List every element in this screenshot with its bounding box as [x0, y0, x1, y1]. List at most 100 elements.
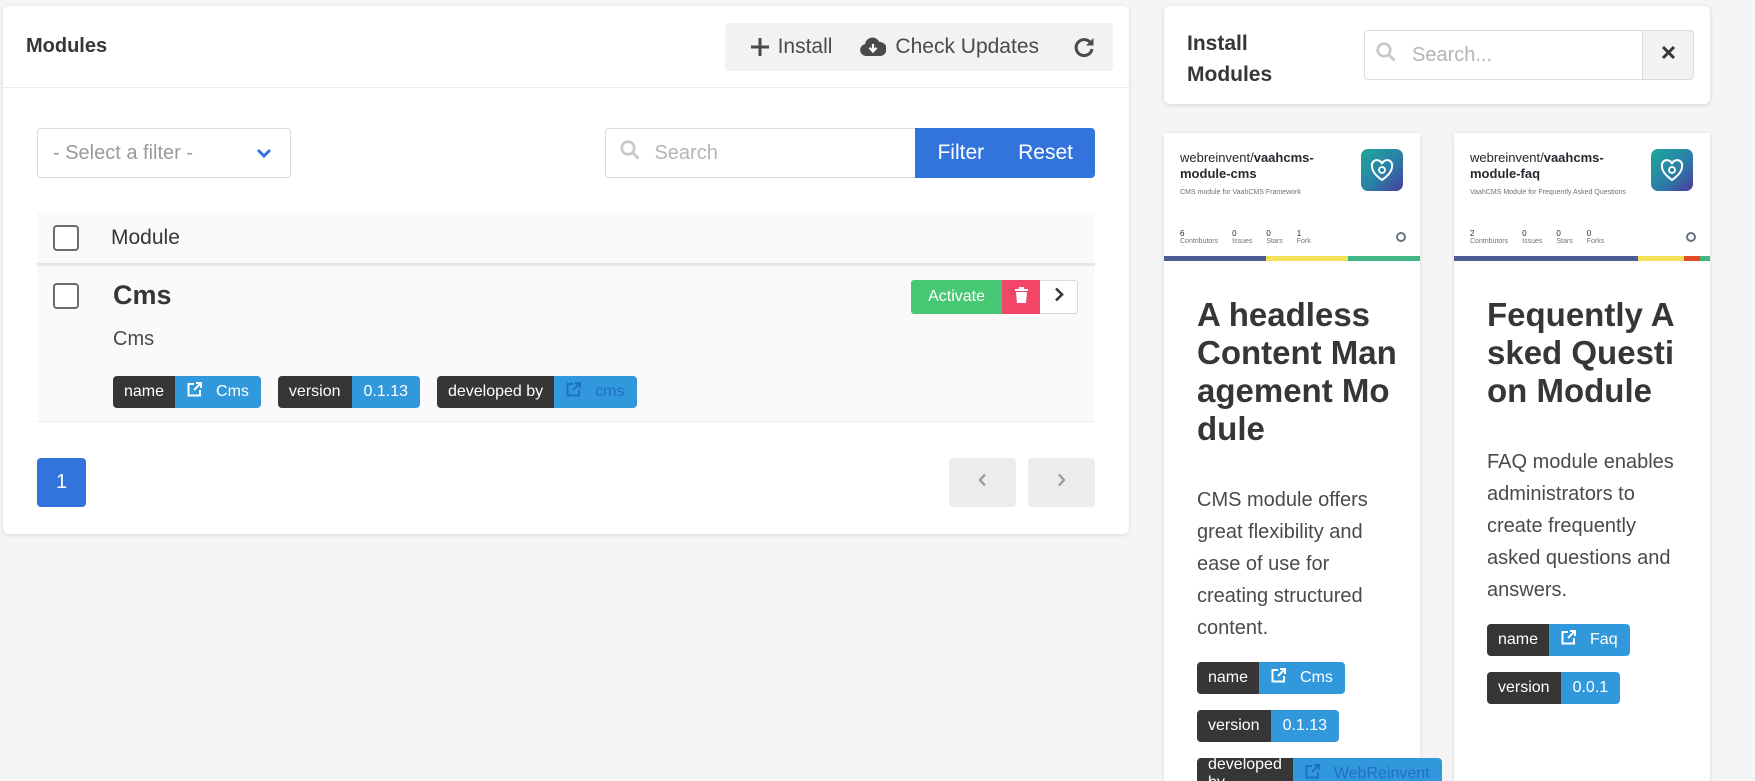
tag-name[interactable]: name Cms	[1197, 662, 1345, 694]
stat-value: 0	[1232, 229, 1237, 238]
modules-toolbar: Install Check Updates	[724, 22, 1113, 71]
tag-name[interactable]: name Faq	[1487, 624, 1630, 656]
search-group: Search Filter Reset	[605, 128, 1095, 178]
module-card-tags: name Faq version 0.0.1	[1487, 624, 1690, 704]
pagination: 1	[37, 458, 1095, 507]
language-bar	[1164, 256, 1420, 261]
module-card-body: Fequently Asked Question Module FAQ modu…	[1487, 296, 1690, 704]
tag-key: developed by	[1197, 758, 1293, 781]
tag-key: version	[277, 376, 352, 408]
repo-stat: 0 Issues	[1522, 229, 1542, 245]
previous-page-button[interactable]	[949, 458, 1016, 507]
repo-owner: webreinvent/	[1470, 150, 1544, 165]
row-checkbox[interactable]	[53, 283, 79, 309]
close-button[interactable]	[1642, 30, 1694, 80]
tag-version: version 0.1.13	[1197, 710, 1340, 742]
select-all-checkbox[interactable]	[53, 224, 79, 251]
chevron-right-icon	[1054, 287, 1064, 307]
tag-developed-by[interactable]: developed by cms	[436, 376, 637, 408]
tag-value: Cms	[1259, 662, 1345, 694]
stat-label: Contributors	[1470, 238, 1509, 245]
reset-button[interactable]: Reset	[1006, 128, 1095, 178]
repo-title: webreinvent/vaahcms-module-cms	[1180, 150, 1340, 182]
stat-value: 0	[1266, 229, 1271, 238]
module-name: Cms	[113, 280, 172, 310]
stat-label: Issues	[1522, 238, 1543, 245]
repo-stat: 0 Stars	[1266, 229, 1282, 245]
activate-button[interactable]: Activate	[911, 280, 1002, 314]
install-modules-title: Install Modules	[1187, 28, 1272, 90]
external-link-icon	[1271, 668, 1287, 688]
repo-stat: 6 Contributors	[1180, 229, 1218, 245]
column-module: Module	[111, 225, 180, 249]
tag-value: cms	[554, 376, 637, 408]
details-button[interactable]	[1040, 280, 1078, 314]
filter-row: - Select a filter - Search Filter Reset	[37, 128, 1095, 178]
check-updates-button[interactable]: Check Updates	[846, 23, 1053, 71]
stat-label: Forks	[1586, 238, 1605, 245]
chevron-right-icon	[1057, 473, 1066, 492]
chevron-down-icon	[256, 142, 272, 165]
repo-stat: 0 Stars	[1556, 229, 1572, 245]
page-number-current[interactable]: 1	[37, 458, 86, 507]
stat-value: 0	[1586, 229, 1592, 238]
install-button[interactable]: Install	[737, 23, 847, 71]
repo-stats: 6 Contributors 0 Issues 0 Stars 1 Fork	[1180, 229, 1311, 245]
install-search-placeholder: Search...	[1412, 43, 1493, 66]
tag-name[interactable]: name Cms	[113, 376, 261, 408]
row-actions: Activate	[911, 280, 1078, 314]
tag-value-text: Cms	[216, 383, 249, 400]
tag-developed-by[interactable]: developed by WebReinvent	[1197, 758, 1442, 781]
github-icon	[1686, 232, 1696, 242]
filter-button[interactable]: Filter	[915, 128, 1007, 178]
tag-value-text: WebReinvent	[1333, 765, 1430, 781]
table-row: Cms Cms Activate name Cms version 0.1.13…	[37, 266, 1095, 422]
github-icon	[1396, 232, 1406, 242]
vaahcms-logo-icon	[1651, 149, 1693, 191]
tag-key: developed by	[436, 376, 555, 408]
next-page-button[interactable]	[1028, 458, 1095, 507]
tag-value: Faq	[1549, 624, 1630, 656]
module-card: webreinvent/vaahcms-module-faq VaahCMS M…	[1454, 133, 1710, 781]
modules-card: Modules Install Check Updates - Select a…	[3, 6, 1129, 534]
tag-value: Cms	[175, 376, 261, 408]
tag-key: name	[1487, 624, 1550, 656]
filter-select[interactable]: - Select a filter -	[37, 128, 291, 178]
module-card-body: A headless Content Management Module CMS…	[1197, 296, 1442, 781]
tag-version: version 0.1.13	[277, 376, 420, 408]
module-subtitle: Cms	[113, 328, 155, 350]
repo-stat: 2 Contributors	[1470, 229, 1508, 245]
repo-title: webreinvent/vaahcms-module-faq	[1470, 150, 1630, 182]
stat-label: Issues	[1232, 238, 1253, 245]
module-card-tags: name Cms version 0.1.13 developed by Web…	[1197, 662, 1442, 781]
refresh-button[interactable]	[1053, 23, 1101, 71]
tag-value-text: Cms	[1300, 669, 1333, 686]
tag-key: name	[113, 376, 176, 408]
module-tags: name Cms version 0.1.13 developed by cms	[113, 376, 637, 408]
module-card-description: FAQ module enables administrators to cre…	[1487, 451, 1674, 601]
stat-value: 6	[1180, 229, 1185, 238]
tag-value: 0.1.13	[1270, 710, 1340, 742]
stat-value: 1	[1296, 229, 1302, 238]
modules-table: Module Cms Cms Activate name Cms version…	[37, 212, 1095, 422]
cloud-download-icon	[860, 37, 887, 57]
tag-value-text: Faq	[1590, 631, 1618, 648]
repo-owner: webreinvent/	[1180, 150, 1254, 165]
repo-description: CMS module for VaahCMS Framework	[1180, 189, 1301, 196]
repo-stat: 0 Issues	[1232, 229, 1252, 245]
external-link-icon	[1561, 630, 1577, 650]
tag-key: version	[1487, 672, 1561, 704]
module-card-description: CMS module offers great flexibility and …	[1197, 489, 1368, 639]
filter-select-value: - Select a filter -	[53, 141, 194, 164]
search-input[interactable]: Search	[605, 128, 916, 178]
page-title: Modules	[26, 35, 108, 57]
refresh-icon	[1073, 36, 1095, 58]
install-search-input[interactable]: Search...	[1364, 30, 1642, 80]
stat-label: Stars	[1556, 238, 1573, 245]
external-link-icon	[566, 382, 582, 402]
search-icon	[1376, 42, 1396, 68]
stat-label: Fork	[1296, 238, 1311, 245]
repo-description: VaahCMS Module for Frequently Asked Ques…	[1470, 189, 1626, 196]
delete-button[interactable]	[1002, 280, 1040, 314]
stat-label: Stars	[1266, 238, 1283, 245]
